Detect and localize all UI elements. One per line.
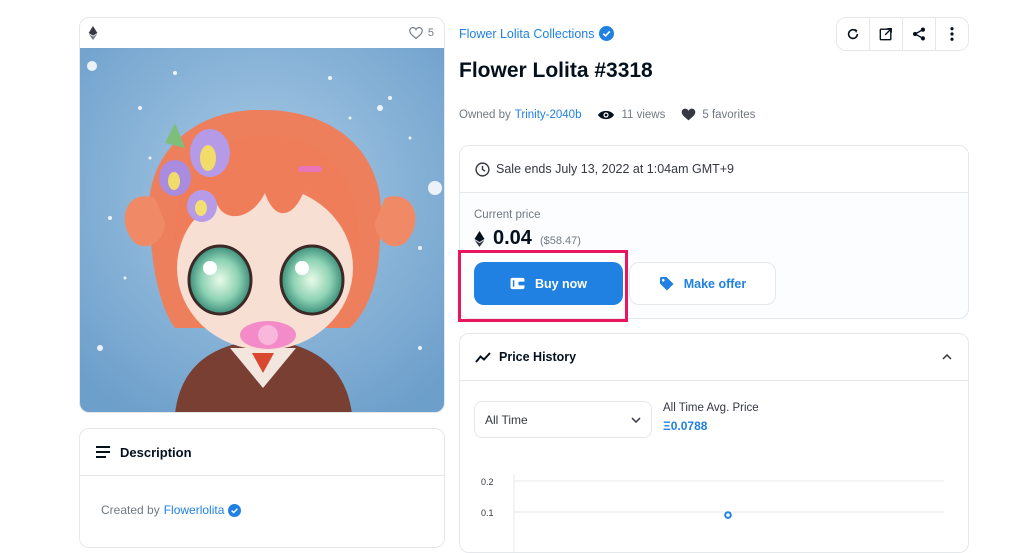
time-range-value: All Time xyxy=(485,412,528,427)
collection-name: Flower Lolita Collections xyxy=(459,26,595,41)
item-toolbar xyxy=(836,17,969,51)
sale-ends-text: Sale ends July 13, 2022 at 1:04am GMT+9 xyxy=(496,162,734,176)
collection-link[interactable]: Flower Lolita Collections xyxy=(459,26,615,41)
eye-icon xyxy=(597,109,615,121)
price-value: 0.04 xyxy=(493,227,532,249)
nft-image[interactable] xyxy=(80,48,444,412)
make-offer-label: Make offer xyxy=(683,276,747,291)
price-usd: ($58.47) xyxy=(539,235,581,247)
owned-by-prefix: Owned by xyxy=(459,108,511,121)
more-options-icon xyxy=(950,27,954,41)
views-info: 11 views xyxy=(597,109,665,121)
highlight-box xyxy=(458,250,628,322)
price-history-card: Price History All Time All Time Avg. Pri… xyxy=(459,333,969,553)
favorites-info[interactable]: 5 favorites xyxy=(681,108,755,121)
creator-link[interactable]: Flowerlolita xyxy=(164,503,225,517)
heart-icon xyxy=(681,108,696,121)
share-button[interactable] xyxy=(903,18,936,50)
heart-icon xyxy=(409,27,423,39)
ethereum-icon xyxy=(474,230,485,247)
data-point[interactable] xyxy=(724,511,732,519)
favorites-count: 5 favorites xyxy=(702,108,756,121)
item-title: Flower Lolita #3318 xyxy=(459,59,653,82)
refresh-icon xyxy=(846,27,860,41)
clock-icon xyxy=(475,161,490,177)
description-lines-icon xyxy=(96,446,110,458)
description-card: Description Created by Flowerlolita xyxy=(79,428,445,548)
more-options-button[interactable] xyxy=(936,18,968,50)
time-range-select[interactable]: All Time xyxy=(474,401,652,438)
price-history-heading: Price History xyxy=(499,350,577,364)
refresh-button[interactable] xyxy=(837,18,870,50)
media-header: 5 xyxy=(80,18,444,48)
avg-price-value: Ξ0.0788 xyxy=(663,419,708,433)
price-history-header[interactable]: Price History xyxy=(460,334,968,381)
open-external-button[interactable] xyxy=(870,18,903,50)
views-count: 11 views xyxy=(621,108,666,121)
created-by-prefix: Created by xyxy=(101,503,160,517)
description-heading: Description xyxy=(120,444,192,460)
favorite-button[interactable]: 5 xyxy=(409,27,434,39)
favorite-count: 5 xyxy=(427,27,434,39)
verified-badge-icon xyxy=(599,26,615,41)
owner-info: Owned by Trinity-2040b xyxy=(459,109,581,121)
make-offer-button[interactable]: Make offer xyxy=(629,262,776,305)
current-price-label: Current price xyxy=(474,209,541,221)
chevron-down-icon xyxy=(631,416,641,423)
price-row: 0.04 ($58.47) xyxy=(474,227,581,250)
ethereum-icon xyxy=(88,26,98,40)
sale-header: Sale ends July 13, 2022 at 1:04am GMT+9 xyxy=(460,146,968,193)
avg-price-label: All Time Avg. Price xyxy=(663,402,759,414)
description-header[interactable]: Description xyxy=(80,429,444,476)
media-card: 5 xyxy=(79,17,445,413)
external-link-icon xyxy=(879,27,893,41)
y-tick-label: 0.1 xyxy=(481,508,494,518)
tag-icon xyxy=(659,276,674,291)
price-history-chart: 0.2 0.1 xyxy=(481,474,944,552)
created-by: Created by Flowerlolita xyxy=(101,503,242,517)
chevron-up-icon[interactable] xyxy=(942,354,952,360)
share-icon xyxy=(912,27,926,41)
item-meta: Owned by Trinity-2040b 11 views 5 favori… xyxy=(459,108,771,121)
y-tick-label: 0.2 xyxy=(481,477,494,487)
trend-line-icon xyxy=(475,351,491,363)
owner-link[interactable]: Trinity-2040b xyxy=(515,109,582,121)
verified-badge-icon xyxy=(228,503,242,517)
